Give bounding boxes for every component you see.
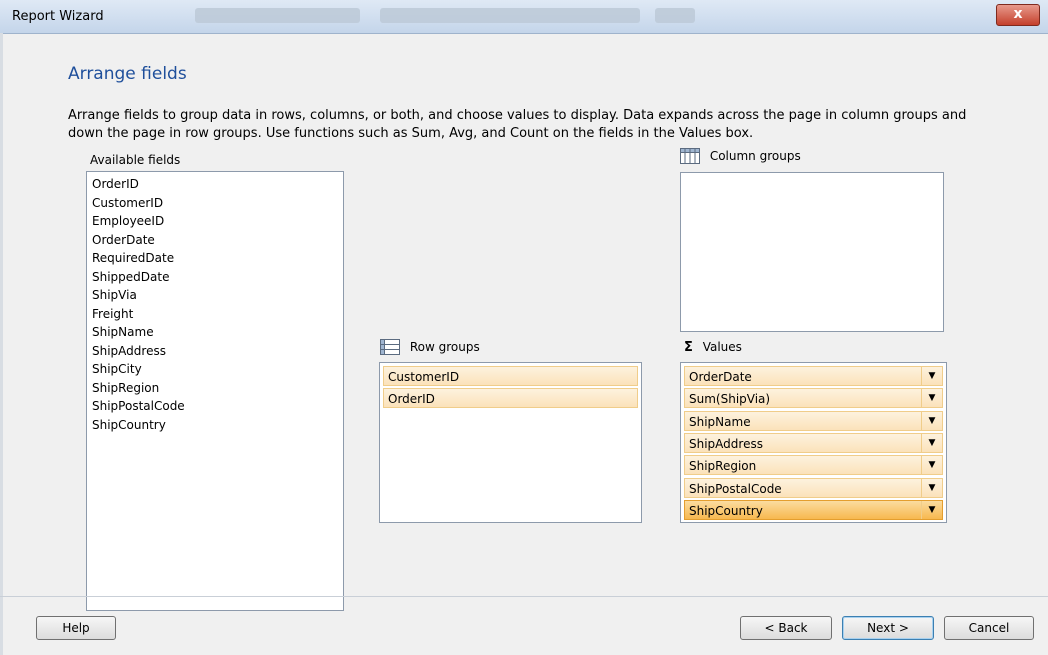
available-field-item[interactable]: ShipRegion bbox=[87, 379, 343, 398]
column-groups-label: Column groups bbox=[709, 148, 801, 163]
available-field-item[interactable]: OrderID bbox=[87, 175, 343, 194]
value-item-label: ShipCountry bbox=[689, 503, 763, 518]
value-item[interactable]: ShipName ▼ bbox=[684, 410, 943, 431]
value-item-label: ShipPostalCode bbox=[689, 481, 782, 496]
column-groups-header: Column groups bbox=[680, 148, 801, 164]
value-item[interactable]: ShipRegion ▼ bbox=[684, 455, 943, 476]
title-bar: Report Wizard x bbox=[0, 0, 1048, 34]
help-button[interactable]: Help bbox=[36, 616, 116, 640]
available-field-item[interactable]: CustomerID bbox=[87, 194, 343, 213]
values-list[interactable]: OrderDate ▼ Sum(ShipVia) ▼ ShipName ▼ ShipAddr… bbox=[680, 362, 947, 523]
value-item-label: ShipRegion bbox=[689, 459, 757, 474]
value-item-label: Sum(ShipVia) bbox=[689, 392, 771, 407]
values-header: Σ Values bbox=[684, 340, 742, 355]
column-groups-list[interactable] bbox=[680, 172, 944, 332]
dropdown-arrow-icon[interactable]: ▼ bbox=[921, 389, 942, 408]
dropdown-arrow-icon[interactable]: ▼ bbox=[921, 478, 942, 497]
value-item-label: ShipName bbox=[689, 414, 751, 429]
row-groups-label: Row groups bbox=[409, 339, 480, 354]
available-field-item[interactable]: RequiredDate bbox=[87, 249, 343, 268]
dropdown-arrow-icon[interactable]: ▼ bbox=[921, 367, 942, 385]
table-columns-icon bbox=[680, 148, 700, 164]
cancel-button[interactable]: Cancel bbox=[944, 616, 1034, 640]
blurred-toolbar-region bbox=[380, 8, 640, 23]
available-field-item[interactable]: OrderDate bbox=[87, 231, 343, 250]
next-button[interactable]: Next > bbox=[842, 616, 934, 640]
window-edge bbox=[0, 33, 3, 655]
available-field-item[interactable]: ShippedDate bbox=[87, 268, 343, 287]
available-fields-label: Available fields bbox=[90, 153, 181, 167]
available-field-item[interactable]: ShipName bbox=[87, 323, 343, 342]
footer-separator bbox=[0, 596, 1048, 597]
available-field-item[interactable]: ShipVia bbox=[87, 286, 343, 305]
dropdown-arrow-icon[interactable]: ▼ bbox=[921, 500, 942, 519]
value-item-label: OrderDate bbox=[689, 370, 752, 384]
page-description: Arrange fields to group data in rows, co… bbox=[68, 108, 967, 141]
value-item[interactable]: ShipAddress ▼ bbox=[684, 432, 943, 453]
dropdown-arrow-icon[interactable]: ▼ bbox=[921, 456, 942, 475]
value-item[interactable]: ShipPostalCode ▼ bbox=[684, 477, 943, 498]
back-button[interactable]: < Back bbox=[740, 616, 832, 640]
value-item[interactable]: ShipCountry ▼ bbox=[684, 499, 943, 520]
window-title: Report Wizard bbox=[12, 9, 104, 24]
row-group-item[interactable]: CustomerID bbox=[383, 366, 638, 386]
available-fields-list[interactable]: OrderID CustomerID EmployeeID OrderDate Requ… bbox=[86, 171, 344, 611]
value-item[interactable]: OrderDate ▼ bbox=[684, 366, 943, 386]
page-heading: Arrange fields bbox=[68, 64, 187, 84]
available-field-item[interactable]: EmployeeID bbox=[87, 212, 343, 231]
close-icon: x bbox=[1013, 6, 1023, 22]
blurred-toolbar-region bbox=[655, 8, 695, 23]
available-field-item[interactable]: ShipCity bbox=[87, 360, 343, 379]
dropdown-arrow-icon[interactable]: ▼ bbox=[921, 411, 942, 430]
available-field-item[interactable]: Freight bbox=[87, 305, 343, 324]
value-item-label: ShipAddress bbox=[689, 436, 763, 451]
available-field-item[interactable]: ShipAddress bbox=[87, 342, 343, 361]
values-label: Values bbox=[702, 340, 742, 354]
sigma-icon: Σ bbox=[684, 340, 693, 355]
value-item[interactable]: Sum(ShipVia) ▼ bbox=[684, 388, 943, 409]
blurred-toolbar-region bbox=[195, 8, 360, 23]
row-group-item[interactable]: OrderID bbox=[383, 388, 638, 408]
available-field-item[interactable]: ShipCountry bbox=[87, 416, 343, 435]
row-groups-list[interactable]: CustomerID OrderID bbox=[379, 362, 642, 523]
close-button[interactable]: x bbox=[996, 4, 1040, 26]
row-groups-header: Row groups bbox=[380, 339, 480, 355]
table-rows-icon bbox=[380, 339, 400, 355]
available-field-item[interactable]: ShipPostalCode bbox=[87, 397, 343, 416]
dropdown-arrow-icon[interactable]: ▼ bbox=[921, 433, 942, 452]
